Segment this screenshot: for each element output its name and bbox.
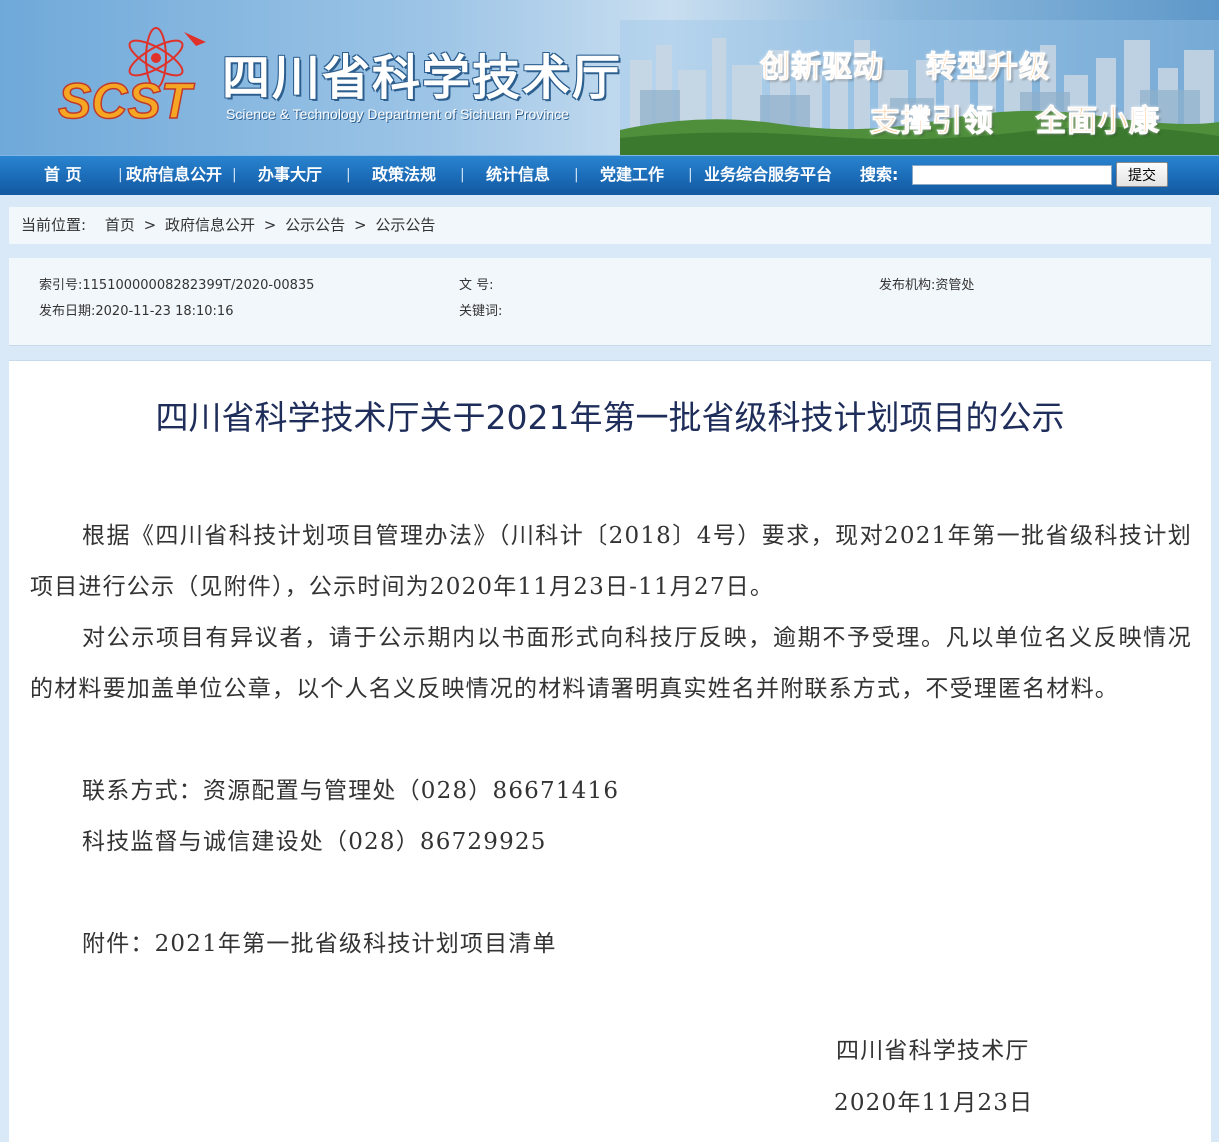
nav-separator: | bbox=[118, 167, 123, 183]
nav-separator: | bbox=[346, 167, 351, 183]
meta-docno-label: 文 号: bbox=[459, 278, 494, 293]
site-title-en: Science & Technology Department of Sichu… bbox=[226, 106, 569, 122]
meta-keywords-label: 关键词: bbox=[459, 304, 503, 319]
signature-date: 2020年11月23日 bbox=[834, 1090, 1034, 1116]
search-input[interactable] bbox=[912, 165, 1112, 185]
meta-date-label: 发布日期: bbox=[39, 304, 96, 319]
slogan-text: 支撑引领 bbox=[870, 104, 994, 140]
meta-index-value: 11510000008282399T/2020-00835 bbox=[82, 278, 315, 293]
nav-item-policy[interactable]: 政策法规 bbox=[372, 156, 436, 196]
site-title-cn: 四川省科学技术厅 bbox=[222, 50, 623, 106]
slogan-text: 全面小康 bbox=[1036, 104, 1160, 140]
meta-publisher-label: 发布机构: bbox=[879, 278, 936, 293]
nav-item-service-platform[interactable]: 业务综合服务平台 bbox=[704, 156, 832, 196]
article-paragraph: 根据《四川省科技计划项目管理办法》（川科计〔2018〕4号）要求，现对2021年… bbox=[30, 523, 1192, 600]
meta-docno: 文 号: bbox=[459, 274, 494, 293]
nav-item-service-hall[interactable]: 办事大厅 bbox=[258, 156, 322, 196]
breadcrumb-link-gov-info[interactable]: 政府信息公开 bbox=[165, 216, 255, 234]
breadcrumb-link-notices-current[interactable]: 公示公告 bbox=[375, 216, 435, 234]
article-paragraph: 科技监督与诚信建设处（028）86729925 bbox=[82, 829, 547, 855]
signature-org: 四川省科学技术厅 bbox=[836, 1038, 1030, 1064]
meta-index-label: 索引号: bbox=[39, 278, 83, 293]
nav-item-party[interactable]: 党建工作 bbox=[600, 156, 664, 196]
article-title: 四川省科学技术厅关于2021年第一批省级科技计划项目的公示 bbox=[155, 398, 1065, 437]
nav-item-home[interactable]: 首 页 bbox=[44, 156, 82, 196]
document-meta: 索引号:11510000008282399T/2020-00835 文 号: 发… bbox=[9, 258, 1211, 346]
article-attachment-link[interactable]: 附件：2021年第一批省级科技计划项目清单 bbox=[30, 919, 1192, 970]
svg-text:SCST: SCST bbox=[58, 73, 196, 126]
search-submit-button[interactable]: 提交 bbox=[1116, 162, 1168, 187]
meta-publisher-value: 资管处 bbox=[935, 278, 975, 293]
article-paragraph: 联系方式：资源配置与管理处（028）86671416 bbox=[82, 778, 620, 804]
article-paragraph: 对公示项目有异议者，请于公示期内以书面形式向科技厅反映，逾期不予受理。凡以单位名… bbox=[30, 625, 1192, 702]
breadcrumb-separator: > bbox=[143, 216, 157, 234]
article-body: 四川省科学技术厅关于2021年第一批省级科技计划项目的公示 根据《四川省科技计划… bbox=[9, 360, 1211, 1142]
breadcrumb-separator: > bbox=[263, 216, 277, 234]
search-label: 搜索: bbox=[860, 165, 899, 184]
slogan-text: 创新驱动 bbox=[760, 50, 884, 86]
breadcrumb-link-home[interactable]: 首页 bbox=[105, 216, 135, 234]
meta-keywords: 关键词: bbox=[459, 300, 502, 319]
slogan-text: 转型升级 bbox=[926, 50, 1050, 86]
breadcrumb-label: 当前位置: bbox=[21, 216, 87, 234]
breadcrumb-link-notices[interactable]: 公示公告 bbox=[285, 216, 345, 234]
breadcrumb: 当前位置: 首页 > 政府信息公开 > 公示公告 > 公示公告 bbox=[9, 207, 1211, 244]
nav-separator: | bbox=[232, 167, 237, 183]
meta-index: 索引号:11510000008282399T/2020-00835 bbox=[39, 274, 314, 293]
nav-separator: | bbox=[460, 167, 465, 183]
breadcrumb-separator: > bbox=[353, 216, 367, 234]
nav-separator: | bbox=[574, 167, 579, 183]
nav-item-gov-info[interactable]: 政府信息公开 bbox=[126, 156, 222, 196]
header-banner: SCST 四川省科学技术厅 Science & Technology Depar… bbox=[0, 0, 1219, 155]
meta-publisher: 发布机构:资管处 bbox=[879, 274, 974, 293]
scst-logo-icon: SCST bbox=[57, 27, 206, 126]
meta-date-value: 2020-11-23 18:10:16 bbox=[95, 304, 234, 319]
nav-item-statistics[interactable]: 统计信息 bbox=[486, 156, 550, 196]
nav-separator: | bbox=[688, 167, 693, 183]
meta-date: 发布日期:2020-11-23 18:10:16 bbox=[39, 300, 233, 319]
